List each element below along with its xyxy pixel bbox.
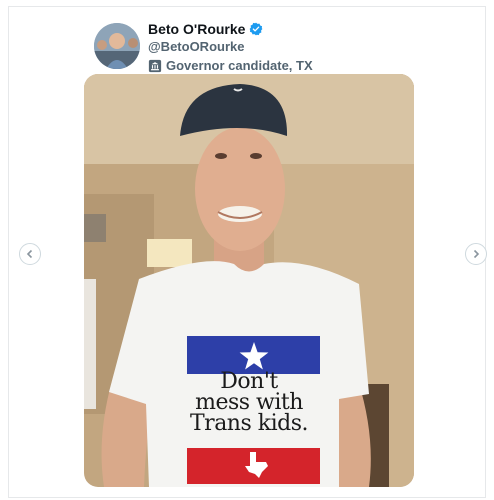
shirt-text-line-3: Trans kids. — [190, 411, 309, 436]
chevron-left-icon — [26, 249, 33, 259]
chevron-right-icon — [473, 249, 480, 259]
tweet-photo[interactable]: Don't mess with Trans kids. — [84, 74, 414, 487]
name-row: Beto O'Rourke — [148, 21, 263, 37]
avatar[interactable] — [94, 23, 140, 69]
affiliation-label: Governor candidate, TX — [148, 58, 313, 73]
shirt-text-line-1: Don't — [220, 369, 278, 394]
government-building-icon — [148, 59, 162, 72]
verified-badge-icon — [250, 22, 263, 36]
shirt-text-line-2: mess with — [195, 390, 303, 415]
affiliation-text: Governor candidate, TX — [166, 58, 313, 73]
display-name[interactable]: Beto O'Rourke — [148, 21, 245, 37]
handle[interactable]: @BetoORourke — [148, 39, 244, 54]
previous-image-button[interactable] — [19, 243, 41, 265]
next-image-button[interactable] — [465, 243, 487, 265]
